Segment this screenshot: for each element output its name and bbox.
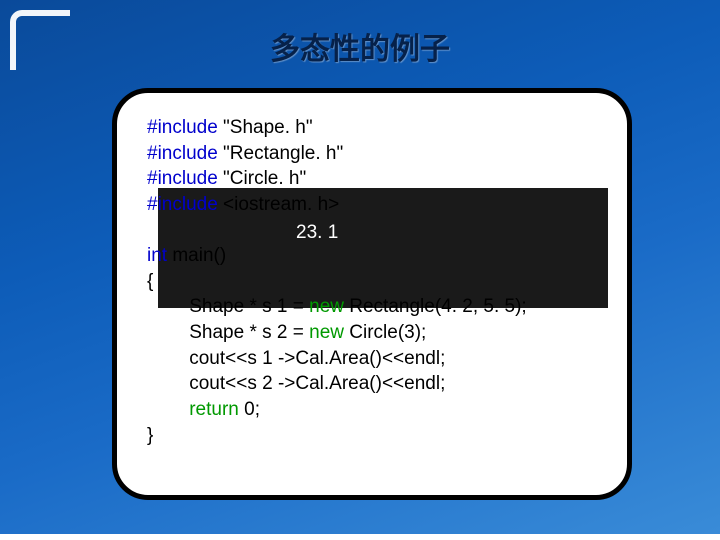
code-line-9: Shape * s 2 = new Circle(3); [147, 322, 426, 343]
code-line-1: #include "Shape. h" [147, 117, 313, 138]
code-block: #include "Shape. h" #include "Rectangle.… [147, 115, 603, 448]
code-line-8: Shape * s 1 = new Rectangle(4. 2, 5. 5); [147, 296, 527, 317]
slide-title: 多态性的例子 [0, 24, 720, 68]
code-panel: #include "Shape. h" #include "Rectangle.… [112, 88, 632, 500]
code-line-12: return 0; [147, 399, 260, 420]
code-line-11: cout<<s 2 ->Cal.Area()<<endl; [147, 373, 445, 394]
code-line-13: } [147, 425, 153, 446]
code-line-7: { [147, 271, 153, 292]
code-line-2: #include "Rectangle. h" [147, 143, 343, 164]
code-line-4: #include <iostream. h> [147, 194, 339, 215]
code-line-6: int main() [147, 245, 226, 266]
bottom-bar [0, 534, 720, 540]
code-line-3: #include "Circle. h" [147, 168, 306, 189]
code-line-10: cout<<s 1 ->Cal.Area()<<endl; [147, 348, 445, 369]
